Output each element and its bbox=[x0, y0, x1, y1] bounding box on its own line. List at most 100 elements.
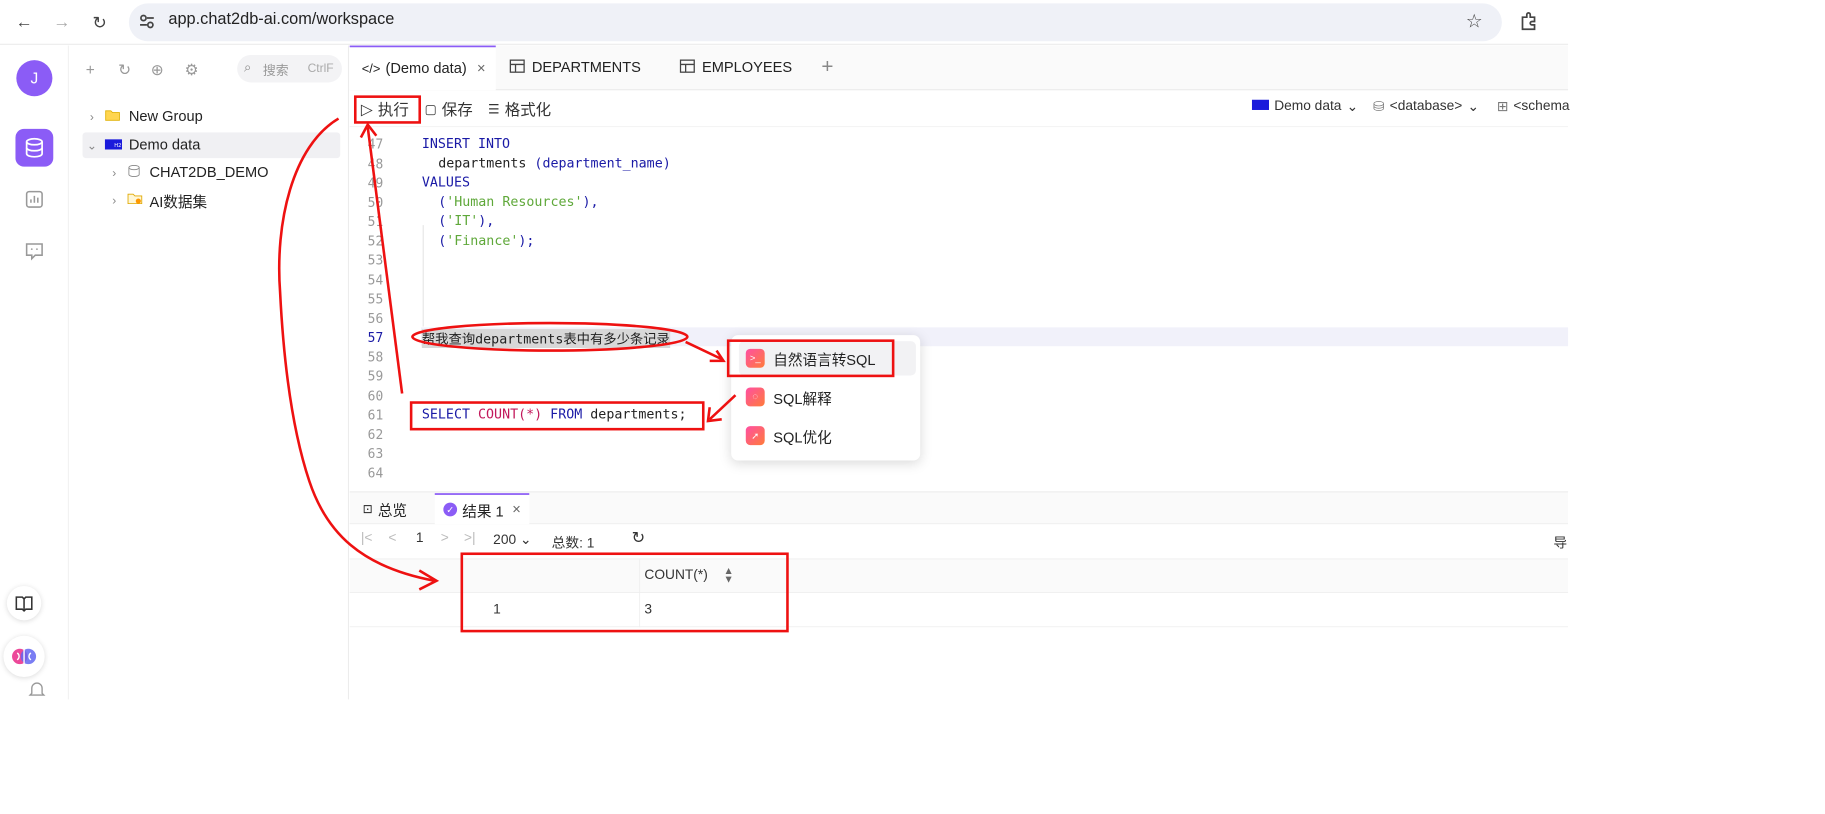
code-string: 'Finance' bbox=[446, 232, 519, 249]
tree-item-chat2db-demo[interactable]: › CHAT2DB_DEMO bbox=[105, 160, 269, 186]
menu-item-label: SQL解释 bbox=[773, 390, 832, 407]
line-number: 53 bbox=[367, 252, 384, 269]
line-number: 59 bbox=[367, 368, 384, 385]
folder-icon bbox=[105, 108, 126, 125]
format-label: 格式化 bbox=[504, 101, 552, 119]
save-icon: ▢ bbox=[424, 102, 437, 117]
avatar[interactable]: J bbox=[16, 60, 53, 97]
extensions-icon[interactable] bbox=[1519, 10, 1540, 31]
line-number: 55 bbox=[367, 291, 384, 307]
annotation-box-sql bbox=[409, 401, 705, 431]
code-table-line: departments (department_name) bbox=[438, 156, 671, 171]
code-values: VALUES bbox=[421, 174, 470, 190]
code-value-1: ('Human Resources'), bbox=[438, 194, 599, 210]
chevron-right-icon: › bbox=[89, 109, 94, 124]
tab-employees[interactable]: EMPLOYEES bbox=[668, 46, 814, 91]
ai-folder-icon bbox=[127, 192, 148, 209]
tab-label: (Demo data) bbox=[385, 60, 467, 77]
tab-departments[interactable]: DEPARTMENTS bbox=[497, 46, 664, 91]
line-number: 52 bbox=[367, 233, 384, 249]
schema-select[interactable]: ⊞ <schema bbox=[1497, 98, 1570, 115]
refresh-icon[interactable]: ↻ bbox=[632, 528, 646, 548]
table-icon bbox=[679, 59, 695, 77]
bell-icon[interactable] bbox=[28, 681, 46, 696]
line-number: 63 bbox=[367, 445, 384, 462]
code-string: 'IT' bbox=[446, 213, 479, 229]
page-size-value: 200 bbox=[493, 532, 517, 548]
format-icon: ☰ bbox=[488, 102, 500, 117]
database-label: <database> bbox=[1389, 98, 1463, 114]
reload-icon[interactable]: ↻ bbox=[88, 10, 112, 34]
database-icon bbox=[127, 164, 148, 182]
sql-editor[interactable] bbox=[349, 127, 1569, 492]
prev-page-icon[interactable]: < bbox=[388, 531, 396, 546]
tab-label: EMPLOYEES bbox=[701, 59, 793, 76]
line-number: 48 bbox=[367, 155, 384, 172]
save-label: 保存 bbox=[441, 101, 473, 119]
forward-icon[interactable]: → bbox=[50, 10, 74, 34]
menu-item-sql-optimize[interactable]: ➚ SQL优化 bbox=[739, 418, 916, 452]
code-string: 'Human Resources' bbox=[446, 194, 583, 210]
last-page-icon[interactable]: >| bbox=[464, 531, 476, 546]
first-page-icon[interactable]: |< bbox=[361, 531, 373, 546]
h2-db-icon: H2 bbox=[104, 137, 126, 154]
total-label: 总数: bbox=[551, 536, 583, 551]
tree-item-demo-data[interactable]: ⌄ H2 Demo data bbox=[82, 132, 341, 159]
menu-item-label: SQL优化 bbox=[773, 429, 832, 446]
next-page-icon[interactable]: > bbox=[441, 531, 449, 546]
close-icon[interactable]: × bbox=[512, 501, 521, 518]
ai-brain-icon[interactable] bbox=[3, 635, 45, 678]
chevron-down-icon: ⌄ bbox=[519, 532, 532, 548]
database-select[interactable]: ⛁ <database> ⌄ bbox=[1373, 98, 1479, 115]
total-value: 1 bbox=[586, 536, 595, 551]
schema-label: <schema bbox=[1513, 98, 1570, 114]
locate-icon[interactable]: ⊕ bbox=[146, 58, 168, 80]
add-icon[interactable]: + bbox=[79, 58, 101, 80]
export-button[interactable]: 导 bbox=[1553, 531, 1567, 552]
h2-db-icon bbox=[1251, 99, 1270, 114]
database-icon: ⛁ bbox=[1373, 99, 1385, 115]
url-text: app.chat2db-ai.com/workspace bbox=[168, 10, 395, 29]
format-button[interactable]: ☰ 格式化 bbox=[488, 98, 551, 120]
datasource-select[interactable]: Demo data ⌄ bbox=[1251, 98, 1358, 115]
code-nl-prompt: 帮我查询departments表中有多少条记录 bbox=[421, 329, 670, 348]
search-shortcut: CtrlF bbox=[307, 61, 334, 75]
tab-label: 总览 bbox=[377, 502, 408, 519]
page-number: 1 bbox=[415, 530, 424, 546]
save-button[interactable]: ▢ 保存 bbox=[424, 98, 472, 120]
back-icon[interactable]: ← bbox=[12, 10, 36, 34]
tab-label: 结果 1 bbox=[462, 503, 504, 520]
refresh-icon[interactable]: ↻ bbox=[113, 58, 135, 80]
bookmark-star-icon[interactable]: ☆ bbox=[1466, 10, 1483, 32]
annotation-box-nl-to-sql bbox=[726, 339, 895, 378]
line-number: 57 bbox=[367, 329, 384, 346]
chevron-right-icon: › bbox=[112, 165, 117, 180]
add-tab-icon[interactable]: + bbox=[821, 55, 833, 79]
page-size-select[interactable]: 200 ⌄ bbox=[493, 531, 531, 548]
menu-item-sql-explain[interactable]: ◌ SQL解释 bbox=[739, 380, 916, 414]
check-circle-icon: ✓ bbox=[443, 502, 458, 517]
tab-overview[interactable]: ⊡ 总览 bbox=[354, 493, 416, 524]
docs-icon[interactable] bbox=[6, 585, 42, 621]
tree-item-label: New Group bbox=[128, 108, 203, 125]
tree-item-new-group[interactable]: › New Group bbox=[82, 104, 203, 130]
chart-icon[interactable] bbox=[22, 187, 46, 211]
code-icon: </> bbox=[361, 61, 381, 77]
gear-icon[interactable]: ⚙ bbox=[180, 58, 202, 80]
code-value-3: ('Finance'); bbox=[438, 232, 535, 249]
tab-demo-data-console[interactable]: </> (Demo data) × bbox=[349, 45, 496, 91]
line-number: 64 bbox=[367, 465, 384, 481]
svg-text:H2: H2 bbox=[114, 143, 121, 149]
chat-bot-icon[interactable] bbox=[22, 239, 46, 263]
tab-result-1[interactable]: ✓ 结果 1 × bbox=[434, 493, 530, 525]
code-value-2: ('IT'), bbox=[438, 213, 495, 229]
line-number: 50 bbox=[367, 194, 384, 211]
tree-item-label: CHAT2DB_DEMO bbox=[149, 164, 269, 181]
close-icon[interactable]: × bbox=[477, 60, 486, 77]
site-settings-icon[interactable] bbox=[137, 12, 156, 31]
database-icon[interactable] bbox=[15, 128, 54, 167]
tree-item-ai-dataset[interactable]: › AI数据集 bbox=[105, 187, 207, 213]
line-number: 58 bbox=[367, 349, 384, 365]
line-number: 54 bbox=[367, 271, 384, 288]
chevron-down-icon: ⌄ bbox=[86, 137, 97, 152]
